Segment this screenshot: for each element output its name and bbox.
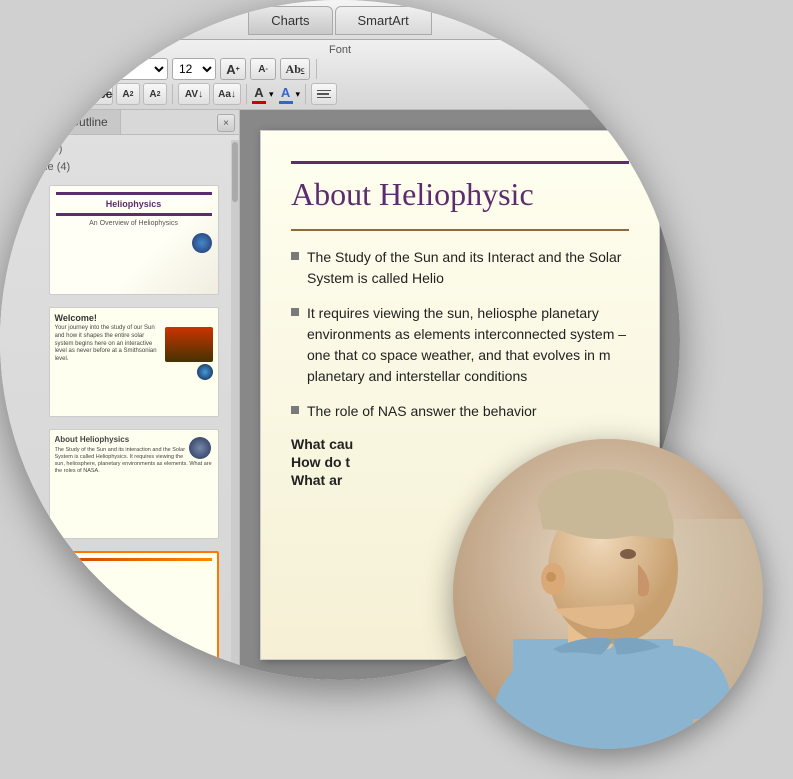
superscript-btn[interactable]: A2 — [116, 83, 140, 105]
slide-wrapper-1: 1 Heliophysics An Overview of Heliophysi… — [0, 181, 239, 299]
bullet-text-1: The Study of the Sun and its Interact an… — [307, 247, 629, 289]
strikethrough-btn[interactable]: Abc — [89, 83, 113, 105]
slide1-circle — [192, 233, 212, 253]
bullet1-text: The Study of the Sun and its Interact an… — [307, 249, 621, 286]
font-color-dropdown-arrow[interactable]: ▾ — [269, 89, 274, 100]
slide4-bar — [56, 558, 212, 561]
font-size-down-btn[interactable]: A- — [250, 58, 276, 80]
sidebar: Slides Outline × Physics (0) Welcome (4)… — [0, 110, 240, 680]
align-lines-icon — [317, 90, 331, 99]
slide1-content: Heliophysics An Overview of Heliophysics — [50, 186, 218, 294]
slide2-title: Welcome! — [55, 313, 213, 323]
sidebar-scrollbar[interactable] — [231, 140, 239, 680]
toolbar: Font Calibri 12 A+ A- Abc — [0, 40, 680, 110]
underline-btn[interactable]: U — [62, 83, 86, 105]
slide2-content: Welcome! Your journey into the study of … — [50, 308, 218, 416]
slide1-border: Heliophysics — [56, 192, 212, 216]
slide-thumb-1[interactable]: Heliophysics An Overview of Heliophysics — [49, 185, 219, 295]
slide-top-line — [291, 161, 629, 164]
tab-smartart[interactable]: SmartArt — [335, 6, 432, 35]
bullet-square-1 — [291, 252, 299, 260]
slide1-title: Heliophysics — [56, 199, 212, 209]
slide4-content — [51, 553, 217, 659]
slide1-subtitle: An Overview of Heliophysics — [56, 220, 212, 227]
highlight-dropdown-arrow[interactable]: ▾ — [296, 89, 301, 100]
highlight-color-bar — [279, 101, 293, 104]
font-color-btn[interactable]: A — [252, 85, 266, 104]
sidebar-scroll-thumb[interactable] — [232, 142, 238, 202]
slide3-circle — [189, 437, 211, 459]
slide-thumb-4[interactable] — [49, 551, 219, 661]
bullet-text-3: The role of NAS answer the behavior — [307, 401, 537, 422]
slide2-circle — [197, 364, 213, 380]
bold-btn[interactable]: B — [8, 83, 32, 105]
font-size-up-icon: A — [226, 62, 235, 77]
bullet-text-2: It requires viewing the sun, heliosphe p… — [307, 303, 629, 387]
highlight-btn[interactable]: A — [279, 85, 293, 104]
tab-charts[interactable]: Charts — [248, 6, 332, 35]
slide-wrapper-2: 2 Welcome! Your journey into the study o… — [0, 303, 239, 421]
font-group-label: Font — [8, 44, 672, 56]
case-btn[interactable]: Aa↓ — [213, 83, 241, 105]
toolbar-sep-3 — [246, 84, 247, 104]
slide-divider — [291, 229, 629, 231]
toolbar-sep-4 — [305, 84, 306, 104]
font-color-letter: A — [254, 85, 263, 100]
slide-thumb-3[interactable]: About Heliophysics The Study of the Sun … — [49, 429, 219, 539]
italic-btn[interactable]: I — [35, 83, 59, 105]
section-physics: Physics (0) — [0, 141, 239, 159]
menu-bar: Charts SmartArt — [0, 0, 680, 40]
char-spacing-btn[interactable]: AV↓ — [178, 83, 210, 105]
slides-section: Physics (0) Welcome (4) 1 Heliophysics — [0, 135, 239, 680]
slide-wrapper-4 — [0, 547, 239, 665]
bullet-square-2 — [291, 308, 299, 316]
person-photo — [453, 439, 763, 749]
highlight-letter: A — [281, 85, 290, 100]
slide-bullet-2: It requires viewing the sun, heliosphe p… — [291, 303, 629, 387]
tab-outline[interactable]: Outline — [58, 110, 121, 134]
font-color-bar — [252, 101, 266, 104]
sidebar-tabs: Slides Outline × — [0, 110, 239, 135]
slide1-bottom — [56, 233, 212, 253]
font-size-down-icon: A — [258, 64, 265, 75]
toolbar-sep-1 — [316, 59, 317, 79]
slide-bullet-1: The Study of the Sun and its Interact an… — [291, 247, 629, 289]
scene: Charts SmartArt Font Calibri 12 A+ — [0, 0, 793, 779]
toolbar-sep-2 — [172, 84, 173, 104]
slide-main-title: About Heliophysic — [291, 176, 629, 213]
bullet-square-3 — [291, 406, 299, 414]
clear-format-btn[interactable]: Abc — [280, 58, 310, 80]
toolbar-row-2: B I U Abc A2 A2 AV↓ Aa↓ A ▾ — [8, 83, 672, 105]
font-select[interactable]: Calibri — [8, 58, 168, 80]
tab-slides[interactable]: Slides — [0, 110, 58, 134]
font-size-up-btn[interactable]: A+ — [220, 58, 246, 80]
person-circle — [453, 439, 763, 749]
slide2-image — [165, 327, 213, 362]
toolbar-row-1: Calibri 12 A+ A- Abc — [8, 58, 672, 80]
align-btn[interactable] — [311, 83, 337, 105]
font-size-select[interactable]: 12 — [172, 58, 216, 80]
sidebar-close-btn[interactable]: × — [217, 114, 235, 132]
slide3-title: About Heliophysics — [55, 435, 213, 444]
slide3-content: About Heliophysics The Study of the Sun … — [50, 430, 218, 538]
section-welcome: Welcome (4) — [0, 159, 239, 177]
subscript-btn[interactable]: A2 — [143, 83, 167, 105]
slide-thumb-2[interactable]: Welcome! Your journey into the study of … — [49, 307, 219, 417]
slide-bullet-3: The role of NAS answer the behavior — [291, 401, 629, 422]
slide-wrapper-3: About Heliophysics The Study of the Sun … — [0, 425, 239, 543]
